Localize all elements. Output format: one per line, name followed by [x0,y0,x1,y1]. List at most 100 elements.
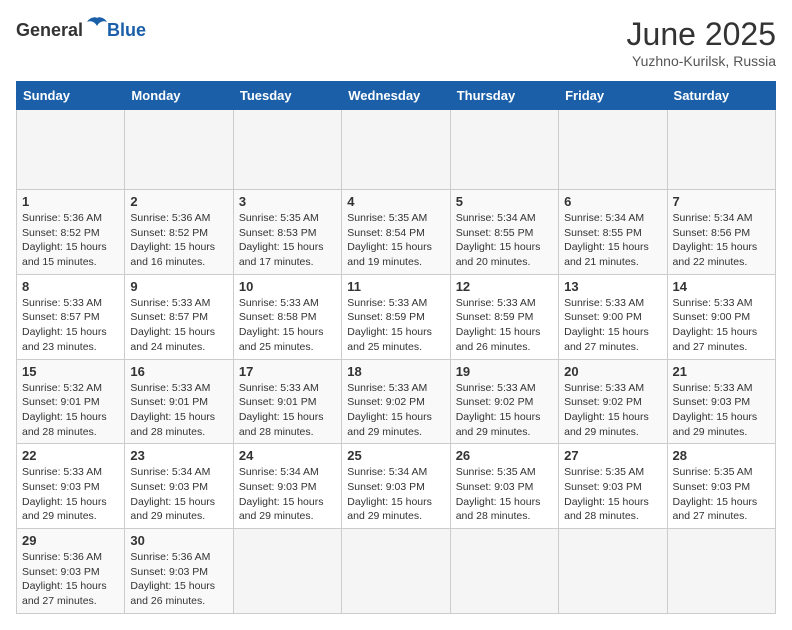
daylight-text: Daylight: 15 hours and 27 minutes. [22,580,107,607]
calendar-cell [233,110,341,190]
daylight-text: Daylight: 15 hours and 26 minutes. [130,580,215,607]
calendar-cell: 28Sunrise: 5:35 AMSunset: 9:03 PMDayligh… [667,444,775,529]
sunset-text: Sunset: 9:03 PM [130,481,208,493]
daylight-text: Daylight: 15 hours and 27 minutes. [564,326,649,353]
sunrise-text: Sunrise: 5:33 AM [673,382,753,394]
day-number: 10 [239,279,336,294]
cell-info: Sunrise: 5:36 AMSunset: 9:03 PMDaylight:… [22,550,119,609]
sunset-text: Sunset: 9:01 PM [239,396,317,408]
day-number: 27 [564,448,661,463]
sunrise-text: Sunrise: 5:33 AM [130,382,210,394]
sunrise-text: Sunrise: 5:33 AM [673,297,753,309]
sunset-text: Sunset: 8:55 PM [564,227,642,239]
sunset-text: Sunset: 8:55 PM [456,227,534,239]
weekday-header-friday: Friday [559,82,667,110]
calendar-week-row: 1Sunrise: 5:36 AMSunset: 8:52 PMDaylight… [17,190,776,275]
sunset-text: Sunset: 9:01 PM [22,396,100,408]
day-number: 28 [673,448,770,463]
calendar-cell: 25Sunrise: 5:34 AMSunset: 9:03 PMDayligh… [342,444,450,529]
sunset-text: Sunset: 9:00 PM [564,311,642,323]
weekday-header-tuesday: Tuesday [233,82,341,110]
day-number: 30 [130,533,227,548]
calendar-cell: 19Sunrise: 5:33 AMSunset: 9:02 PMDayligh… [450,359,558,444]
calendar-cell: 2Sunrise: 5:36 AMSunset: 8:52 PMDaylight… [125,190,233,275]
weekday-header-wednesday: Wednesday [342,82,450,110]
calendar-cell [559,110,667,190]
sunrise-text: Sunrise: 5:32 AM [22,382,102,394]
daylight-text: Daylight: 15 hours and 28 minutes. [130,411,215,438]
daylight-text: Daylight: 15 hours and 29 minutes. [130,496,215,523]
sunrise-text: Sunrise: 5:33 AM [456,382,536,394]
daylight-text: Daylight: 15 hours and 28 minutes. [22,411,107,438]
day-number: 5 [456,194,553,209]
sunset-text: Sunset: 9:03 PM [347,481,425,493]
daylight-text: Daylight: 15 hours and 29 minutes. [673,411,758,438]
day-number: 11 [347,279,444,294]
cell-info: Sunrise: 5:33 AM Sunset: 9:00 PM Daylight:… [564,296,661,355]
daylight-text: Daylight: 15 hours and 23 minutes. [22,326,107,353]
daylight-text: Daylight: 15 hours and 19 minutes. [347,241,432,268]
calendar-cell: 29Sunrise: 5:36 AMSunset: 9:03 PMDayligh… [17,529,125,614]
sunset-text: Sunset: 8:54 PM [347,227,425,239]
sunrise-text: Sunrise: 5:33 AM [239,297,319,309]
sunrise-text: Sunrise: 5:35 AM [239,212,319,224]
sunrise-text: Sunrise: 5:33 AM [564,297,644,309]
calendar-week-row: 8Sunrise: 5:33 AMSunset: 8:57 PMDaylight… [17,274,776,359]
calendar-cell: 15 Sunrise: 5:32 AM Sunset: 9:01 PM Dayligh… [17,359,125,444]
cell-info: Sunrise: 5:35 AMSunset: 9:03 PMDaylight:… [564,465,661,524]
cell-info: Sunrise: 5:34 AM Sunset: 8:55 PM Daylight:… [456,211,553,270]
calendar-table: SundayMondayTuesdayWednesdayThursdayFrid… [16,81,776,614]
daylight-text: Daylight: 15 hours and 20 minutes. [456,241,541,268]
sunrise-text: Sunrise: 5:34 AM [673,212,753,224]
daylight-text: Daylight: 15 hours and 25 minutes. [239,326,324,353]
cell-info: Sunrise: 5:35 AMSunset: 9:03 PMDaylight:… [456,465,553,524]
sunset-text: Sunset: 8:57 PM [130,311,208,323]
calendar-cell: 17Sunrise: 5:33 AMSunset: 9:01 PMDayligh… [233,359,341,444]
calendar-cell: 20Sunrise: 5:33 AMSunset: 9:02 PMDayligh… [559,359,667,444]
sunset-text: Sunset: 9:00 PM [673,311,751,323]
sunset-text: Sunset: 9:03 PM [673,481,751,493]
calendar-cell: 1Sunrise: 5:36 AMSunset: 8:52 PMDaylight… [17,190,125,275]
day-number: 13 [564,279,661,294]
sunset-text: Sunset: 9:03 PM [673,396,751,408]
daylight-text: Daylight: 15 hours and 29 minutes. [347,496,432,523]
sunset-text: Sunset: 9:01 PM [130,396,208,408]
calendar-cell: 8Sunrise: 5:33 AMSunset: 8:57 PMDaylight… [17,274,125,359]
calendar-cell: 14Sunrise: 5:33 AMSunset: 9:00 PMDayligh… [667,274,775,359]
calendar-cell [450,529,558,614]
cell-info: Sunrise: 5:35 AMSunset: 8:54 PMDaylight:… [347,211,444,270]
daylight-text: Daylight: 15 hours and 28 minutes. [564,496,649,523]
sunset-text: Sunset: 8:57 PM [22,311,100,323]
daylight-text: Daylight: 15 hours and 28 minutes. [239,411,324,438]
daylight-text: Daylight: 15 hours and 29 minutes. [564,411,649,438]
calendar-cell [450,110,558,190]
day-number: 6 [564,194,661,209]
cell-info: Sunrise: 5:36 AMSunset: 9:03 PMDaylight:… [130,550,227,609]
cell-info: Sunrise: 5:34 AMSunset: 9:03 PMDaylight:… [347,465,444,524]
sunset-text: Sunset: 8:58 PM [239,311,317,323]
calendar-cell: 18Sunrise: 5:33 AMSunset: 9:02 PMDayligh… [342,359,450,444]
sunrise-text: Sunrise: 5:36 AM [22,212,102,224]
logo-bird-icon [85,16,109,36]
day-number: 12 [456,279,553,294]
calendar-cell [342,110,450,190]
weekday-header-sunday: Sunday [17,82,125,110]
calendar-cell: 11 Sunrise: 5:33 AMSunset: 8:59 PMDayligh… [342,274,450,359]
calendar-cell [667,529,775,614]
day-number: 15 [22,364,119,379]
day-number: 9 [130,279,227,294]
sunrise-text: Sunrise: 5:36 AM [22,551,102,563]
sunrise-text: Sunrise: 5:35 AM [673,466,753,478]
day-number: 16 [130,364,227,379]
sunset-text: Sunset: 8:56 PM [673,227,751,239]
cell-info: Sunrise: 5:33 AMSunset: 8:59 PMDaylight:… [347,296,444,355]
sunrise-text: Sunrise: 5:34 AM [456,212,536,224]
cell-info: Sunrise: 5:33 AM Sunset: 9:01 PM Daylight:… [130,381,227,440]
sunrise-text: Sunrise: 5:33 AM [564,382,644,394]
calendar-cell: 5 Sunrise: 5:34 AM Sunset: 8:55 PM Daylight… [450,190,558,275]
calendar-cell: 23Sunrise: 5:34 AMSunset: 9:03 PMDayligh… [125,444,233,529]
cell-info: Sunrise: 5:34 AMSunset: 9:03 PMDaylight:… [239,465,336,524]
calendar-cell: 6Sunrise: 5:34 AMSunset: 8:55 PMDaylight… [559,190,667,275]
sunset-text: Sunset: 8:52 PM [22,227,100,239]
daylight-text: Daylight: 15 hours and 17 minutes. [239,241,324,268]
